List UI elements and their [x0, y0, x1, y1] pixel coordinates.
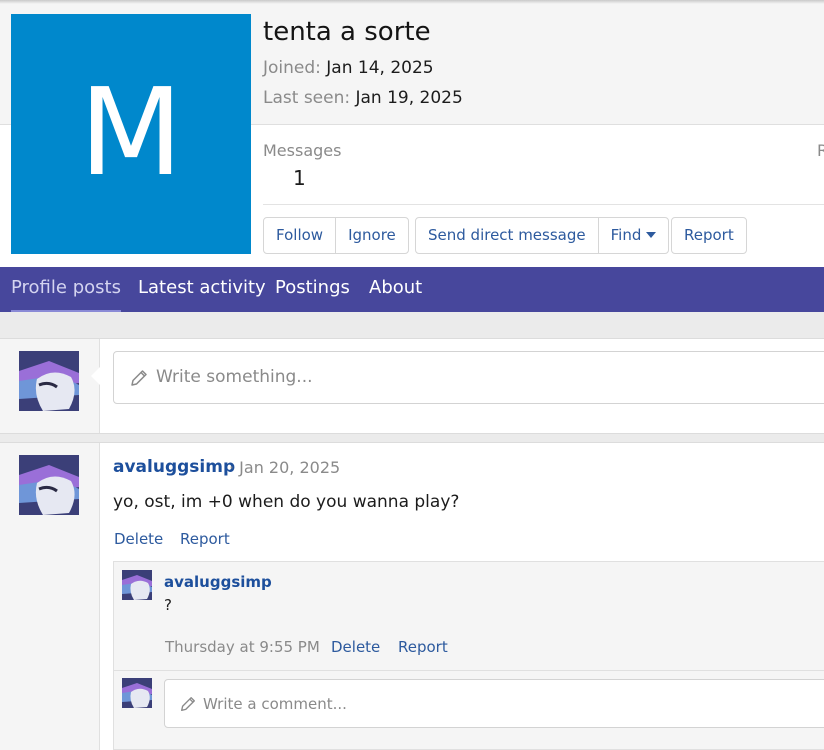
- joined-label: Joined:: [263, 58, 321, 78]
- messages-stat-value[interactable]: 1: [293, 166, 306, 190]
- author-avatar-image: [19, 455, 79, 515]
- comment-delete-link[interactable]: Delete: [331, 638, 380, 656]
- reaction-score-label: R: [817, 141, 824, 160]
- composer-pointer: [91, 366, 101, 386]
- comment-composer-avatar[interactable]: [122, 678, 152, 708]
- composer-placeholder: Write something...: [156, 367, 313, 387]
- message-find-group: Send direct message Find: [415, 217, 670, 254]
- post-author-link[interactable]: avaluggsimp: [113, 457, 235, 477]
- comment-author-link[interactable]: avaluggsimp: [164, 573, 272, 591]
- profile-tabs: Profile posts Latest activity Postings A…: [0, 267, 824, 312]
- find-menu-button[interactable]: Find: [599, 218, 669, 253]
- post-body: yo, ost, im +0 when do you wanna play?: [113, 492, 460, 512]
- caret-down-icon: [646, 231, 657, 238]
- comment-timestamp[interactable]: Thursday at 9:55 PM: [165, 638, 320, 656]
- pencil-icon: [181, 697, 195, 711]
- stats-divider: [263, 204, 824, 205]
- comment-body: ?: [164, 596, 172, 614]
- follow-button[interactable]: Follow: [264, 218, 337, 253]
- user-avatar-image: [19, 351, 79, 411]
- follow-ignore-group: Follow Ignore: [263, 217, 409, 254]
- find-label: Find: [610, 226, 642, 244]
- tab-latest-activity[interactable]: Latest activity: [138, 267, 266, 312]
- report-profile-button[interactable]: Report: [672, 218, 746, 253]
- profile-name: tenta a sorte: [263, 17, 431, 47]
- comment-divider: [113, 670, 824, 671]
- tab-postings[interactable]: Postings: [275, 267, 350, 312]
- post-delete-link[interactable]: Delete: [114, 530, 163, 548]
- joined-row: Joined: Jan 14, 2025: [263, 58, 434, 78]
- send-direct-message-button[interactable]: Send direct message: [416, 218, 599, 253]
- current-user-avatar[interactable]: [19, 351, 79, 411]
- post-author-avatar[interactable]: [19, 455, 79, 515]
- profile-avatar[interactable]: M: [11, 14, 251, 254]
- pencil-icon: [131, 370, 147, 386]
- write-comment-input[interactable]: Write a comment...: [164, 679, 824, 728]
- comment-avatar-image: [122, 570, 152, 600]
- comment-placeholder: Write a comment...: [203, 695, 347, 713]
- tab-profile-posts[interactable]: Profile posts: [11, 267, 121, 312]
- comment-composer-avatar-image: [122, 678, 152, 708]
- last-seen-label: Last seen:: [263, 88, 351, 108]
- post-date[interactable]: · Jan 20, 2025: [229, 458, 340, 477]
- joined-value: Jan 14, 2025: [326, 58, 434, 78]
- comment-author-avatar[interactable]: [122, 570, 152, 600]
- messages-stat-label: Messages: [263, 141, 342, 160]
- last-seen-row: Last seen: Jan 19, 2025: [263, 88, 463, 108]
- report-group: Report: [671, 217, 747, 254]
- write-something-input[interactable]: Write something...: [113, 351, 824, 404]
- comment-report-link[interactable]: Report: [398, 638, 448, 656]
- last-seen-value[interactable]: Jan 19, 2025: [356, 88, 463, 108]
- ignore-button[interactable]: Ignore: [336, 218, 408, 253]
- post-report-link[interactable]: Report: [180, 530, 230, 548]
- tab-about[interactable]: About: [369, 267, 422, 312]
